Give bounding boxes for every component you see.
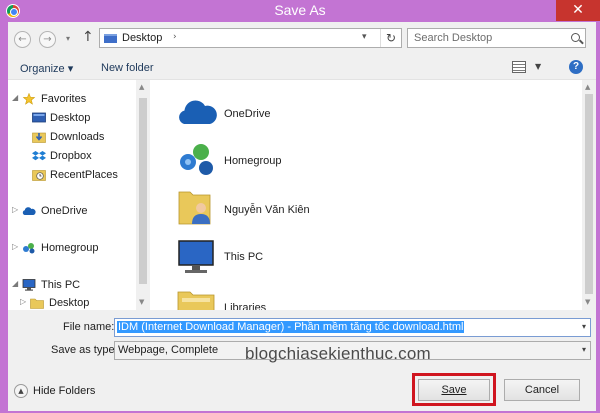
file-item-libraries[interactable]: Libraries <box>176 288 516 310</box>
star-icon <box>22 93 36 105</box>
file-list-pane: OneDrive Homegroup Nguyễn Văn Kiên This … <box>150 80 596 310</box>
scroll-thumb[interactable] <box>139 98 147 284</box>
homegroup-icon <box>23 243 35 254</box>
nav-item-label: Favorites <box>41 93 87 105</box>
nav-pane-scrollbar[interactable]: ▲ ▼ <box>136 80 150 310</box>
navigation-pane: ◢ Favorites Desktop Downloads Dropbox Re… <box>8 80 150 310</box>
file-item-homegroup[interactable]: Homegroup <box>176 140 516 184</box>
scroll-down-icon[interactable]: ▼ <box>585 298 590 306</box>
scroll-up-icon[interactable]: ▲ <box>585 83 590 91</box>
window-title: Save As <box>274 2 326 18</box>
search-placeholder: Search Desktop <box>414 32 493 44</box>
watermark: blogchiasekienthuc.com <box>245 344 431 363</box>
onedrive-icon <box>22 207 36 215</box>
address-path[interactable]: Desktop <box>122 32 162 44</box>
desktop-icon <box>32 112 46 123</box>
file-item-onedrive[interactable]: OneDrive <box>176 92 516 136</box>
organize-menu[interactable]: Organize ▾ <box>20 62 73 75</box>
libraries-icon <box>177 291 215 310</box>
forward-button[interactable]: → <box>39 31 56 48</box>
file-item-user-folder[interactable]: Nguyễn Văn Kiên <box>176 186 516 230</box>
file-list-scrollbar[interactable]: ▲ ▼ <box>582 80 596 310</box>
file-item-label: OneDrive <box>224 108 271 120</box>
collapse-up-icon[interactable]: ▲ <box>14 384 28 398</box>
computer-icon <box>22 279 36 291</box>
expand-arrow-icon[interactable]: ▷ <box>12 242 18 251</box>
scroll-thumb[interactable] <box>585 94 593 294</box>
file-name-dropdown[interactable]: ▾ <box>582 322 586 331</box>
desktop-location-icon <box>104 34 117 43</box>
collapse-arrow-icon[interactable]: ◢ <box>12 279 18 288</box>
nav-item-label: Downloads <box>50 131 105 143</box>
new-folder-button[interactable]: New folder <box>101 62 154 74</box>
nav-item-label: OneDrive <box>41 205 88 217</box>
expand-arrow-icon[interactable]: ▷ <box>20 297 26 306</box>
up-button[interactable]: ↑ <box>82 29 94 45</box>
nav-item-label: Homegroup <box>41 242 99 254</box>
dropbox-icon <box>32 151 46 161</box>
nav-item-label: RecentPlaces <box>50 169 118 181</box>
breadcrumb-chevron-icon[interactable]: › <box>173 32 177 42</box>
search-icon[interactable] <box>571 33 580 42</box>
file-name-value[interactable]: IDM (Internet Download Manager) - Phần m… <box>117 321 465 333</box>
file-item-label: Libraries <box>224 302 267 310</box>
help-icon[interactable]: ? <box>569 60 583 74</box>
save-type-label: Save as type: <box>51 344 118 356</box>
collapse-arrow-icon[interactable]: ◢ <box>12 93 18 102</box>
recent-locations-dropdown[interactable]: ▾ <box>66 34 70 43</box>
nav-item-label: Dropbox <box>50 150 92 162</box>
save-type-value: Webpage, Complete <box>118 344 219 356</box>
hide-folders-label[interactable]: Hide Folders <box>33 385 95 397</box>
command-toolbar: Organize ▾ New folder ▼ ? <box>8 56 596 80</box>
back-button[interactable]: ← <box>14 31 31 48</box>
address-bar[interactable]: Desktop › ▾ ↻ <box>99 28 402 48</box>
expand-arrow-icon[interactable]: ▷ <box>12 205 18 214</box>
user-folder-icon <box>178 191 211 225</box>
onedrive-icon <box>179 100 217 124</box>
change-view-icon[interactable] <box>512 61 526 73</box>
file-item-label: Nguyễn Văn Kiên <box>224 204 310 216</box>
scroll-up-icon[interactable]: ▲ <box>139 83 144 91</box>
file-item-label: This PC <box>224 251 264 263</box>
dialog-body: ← → ▾ ↑ Desktop › ▾ ↻ Search Desktop Org… <box>8 22 596 411</box>
view-options-dropdown[interactable]: ▼ <box>535 62 541 71</box>
save-type-dropdown[interactable]: ▾ <box>582 345 586 354</box>
computer-icon <box>178 240 214 273</box>
save-button[interactable]: Save <box>418 379 490 401</box>
cancel-button[interactable]: Cancel <box>504 379 580 401</box>
nav-item-label: This PC <box>41 279 81 291</box>
file-name-label: File name: <box>63 321 115 333</box>
refresh-button[interactable]: ↻ <box>380 29 401 47</box>
downloads-icon <box>32 132 46 143</box>
file-name-input[interactable]: IDM (Internet Download Manager) - Phần m… <box>114 318 591 337</box>
title-bar: Save As ✕ <box>0 0 600 22</box>
file-item-label: Homegroup <box>224 155 282 167</box>
homegroup-icon <box>180 144 213 175</box>
close-button[interactable]: ✕ <box>556 0 600 21</box>
nav-item-label: Desktop <box>50 112 91 124</box>
folder-icon <box>30 298 44 309</box>
nav-item-label: Desktop <box>49 297 90 309</box>
file-item-this-pc[interactable]: This PC <box>176 238 516 282</box>
save-button-label[interactable]: Save <box>441 384 466 396</box>
search-box[interactable]: Search Desktop <box>407 28 586 48</box>
recent-places-icon <box>32 170 46 181</box>
address-history-dropdown[interactable]: ▾ <box>362 32 367 42</box>
scroll-down-icon[interactable]: ▼ <box>139 298 144 306</box>
